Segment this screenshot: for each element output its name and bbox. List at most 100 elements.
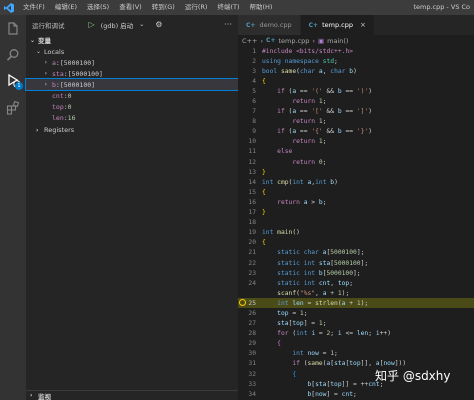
code-line[interactable]: 15 { bbox=[238, 187, 474, 197]
code-line[interactable]: 18 bbox=[238, 218, 474, 228]
menu-view[interactable]: 查看(V) bbox=[114, 0, 147, 15]
code-line[interactable]: 30 int now = 1; bbox=[238, 349, 474, 359]
breadcrumb-file[interactable]: temp.cpp bbox=[278, 37, 309, 45]
code-line[interactable]: 9 if (a == '{' && b == '}') bbox=[238, 127, 474, 137]
code-line[interactable]: 14 int cmp(int a, int b) bbox=[238, 177, 474, 187]
menu-help[interactable]: 帮助(H) bbox=[244, 0, 277, 15]
menu-edit[interactable]: 编辑(E) bbox=[50, 0, 82, 15]
code-line[interactable]: 12 return 0; bbox=[238, 157, 474, 167]
code-token: ) bbox=[368, 128, 372, 136]
code-line[interactable]: 21 static char a[5000100]; bbox=[238, 248, 474, 258]
variables-section-header[interactable]: ⌄ 变量 bbox=[26, 34, 238, 46]
code-line[interactable]: 4{ bbox=[238, 76, 474, 86]
extensions-icon[interactable] bbox=[5, 100, 21, 116]
more-actions-icon[interactable]: ··· bbox=[224, 20, 232, 29]
code-view[interactable]: 1 #include <bits/stdc++.h> 2 using namespac… bbox=[238, 46, 474, 400]
line-number: 3 bbox=[252, 67, 256, 75]
breadcrumb-symbol[interactable]: main() bbox=[327, 37, 348, 45]
menu-terminal[interactable]: 终端(T) bbox=[212, 0, 244, 15]
code-token: ]], bbox=[360, 360, 376, 368]
code-token: , bbox=[315, 289, 323, 297]
variables-section-title: 变量 bbox=[38, 37, 51, 45]
code-line[interactable]: 2 using namespace std; bbox=[238, 56, 474, 66]
code-token: char bbox=[299, 67, 319, 75]
code-line[interactable]: 6 return 1; bbox=[238, 96, 474, 106]
variable-row[interactable]: len: 16 bbox=[26, 112, 238, 123]
code-line[interactable]: 23 static int b[5000100]; bbox=[238, 268, 474, 278]
cpp-file-icon: C+ bbox=[308, 21, 319, 29]
code-token: ]; bbox=[356, 249, 365, 257]
chevron-right-icon: › bbox=[260, 36, 264, 45]
files-icon[interactable] bbox=[5, 21, 21, 37]
tab-label: temp.cpp bbox=[322, 21, 353, 29]
code-token: <= bbox=[341, 330, 357, 338]
code-line[interactable]: 13} bbox=[238, 167, 474, 177]
line-number: 11 bbox=[248, 148, 256, 156]
code-token: == bbox=[296, 128, 312, 136]
menu-selection[interactable]: 选择(S) bbox=[82, 0, 114, 15]
code-token: same bbox=[280, 67, 297, 75]
variable-row[interactable]: cnt: 0 bbox=[26, 90, 238, 101]
variable-row[interactable]: › b: [5000100] bbox=[25, 78, 239, 91]
code-token: ); bbox=[360, 299, 369, 307]
code-token: == bbox=[341, 108, 357, 116]
variable-row[interactable]: › sta: [5000100] bbox=[26, 68, 238, 79]
variable-row[interactable]: › a: [5000100] bbox=[26, 57, 238, 68]
tab-temp-cpp[interactable]: C+ temp.cpp × bbox=[300, 15, 375, 35]
code-line[interactable]: 3 bool same(char a, char b) bbox=[238, 66, 474, 76]
debug-config-select[interactable]: (gdb) 启动 bbox=[101, 20, 134, 30]
variable-name: cnt bbox=[52, 91, 64, 100]
menu-go[interactable]: 转到(G) bbox=[147, 0, 180, 15]
code-line[interactable]: 28 for (int i = 2; i <= len; i ++) bbox=[238, 329, 474, 339]
code-line[interactable]: 5 if (a == '(' && b == ')') bbox=[238, 86, 474, 96]
code-line[interactable]: 34 b[now] = cnt; bbox=[238, 389, 474, 399]
code-line[interactable]: 26 top = 1; bbox=[238, 308, 474, 318]
code-line[interactable]: 16 return a > b; bbox=[238, 197, 474, 207]
code-token: { bbox=[262, 340, 281, 348]
code-line[interactable]: 7 if (a == '[' && b == ']') bbox=[238, 107, 474, 117]
watch-section-header[interactable]: › 监视 bbox=[26, 390, 238, 400]
menu-file[interactable]: 文件(F) bbox=[18, 0, 50, 15]
line-number: 19 bbox=[248, 229, 256, 237]
code-token: cnt bbox=[341, 390, 354, 398]
code-token: = bbox=[303, 299, 316, 307]
chevron-down-icon: ⌄ bbox=[36, 48, 42, 55]
code-line[interactable]: 1 #include <bits/stdc++.h> bbox=[238, 46, 474, 56]
code-token: ] = bbox=[326, 390, 342, 398]
code-token: sta bbox=[262, 320, 289, 328]
breadcrumb-lang[interactable]: C++ bbox=[242, 37, 257, 45]
code-line[interactable]: scanf("%s", a + 1); bbox=[238, 288, 474, 298]
code-token: = bbox=[315, 330, 327, 338]
close-icon[interactable]: × bbox=[360, 21, 366, 29]
code-line[interactable]: 11 else bbox=[238, 147, 474, 157]
run-debug-icon[interactable]: 1 bbox=[5, 72, 23, 90]
code-token: { bbox=[262, 77, 266, 85]
code-line[interactable]: 27 sta[top] = 1; bbox=[238, 319, 474, 329]
code-token: top bbox=[349, 360, 361, 368]
chevron-down-icon[interactable]: ⌄ bbox=[139, 21, 147, 28]
tab-demo-cpp[interactable]: C+ demo.cpp bbox=[238, 15, 301, 35]
code-line[interactable]: 19 int main() bbox=[238, 228, 474, 238]
code-token: static bbox=[262, 259, 304, 267]
variable-row[interactable]: top: 0 bbox=[26, 101, 238, 112]
code-line[interactable]: 10 return 1; bbox=[238, 137, 474, 147]
start-debugging-button[interactable]: ▷ bbox=[89, 20, 95, 29]
locals-node[interactable]: ⌄ Locals bbox=[26, 46, 238, 57]
code-line[interactable]: 8 return 1; bbox=[238, 117, 474, 127]
code-line[interactable]: 17} bbox=[238, 208, 474, 218]
code-token: ; bbox=[322, 98, 327, 106]
gear-icon[interactable]: ⚙ bbox=[155, 20, 162, 29]
code-line[interactable]: 29 { bbox=[238, 339, 474, 349]
code-line[interactable]: 22 static int sta[5000100]; bbox=[238, 258, 474, 268]
code-token: return bbox=[262, 198, 304, 206]
registers-node[interactable]: › Registers bbox=[26, 124, 238, 136]
line-number: 30 bbox=[248, 350, 256, 358]
current-execution-line[interactable]: 25 int len = strlen(a + 1); bbox=[238, 298, 474, 309]
code-line[interactable]: 20 { bbox=[238, 238, 474, 248]
code-token: ; bbox=[353, 390, 357, 398]
code-line[interactable]: 24 static int cnt, top; bbox=[238, 278, 474, 288]
search-icon[interactable] bbox=[5, 47, 21, 63]
code-token: strlen bbox=[315, 299, 338, 307]
menu-run[interactable]: 运行(R) bbox=[180, 0, 213, 15]
code-token: ; bbox=[334, 57, 338, 65]
